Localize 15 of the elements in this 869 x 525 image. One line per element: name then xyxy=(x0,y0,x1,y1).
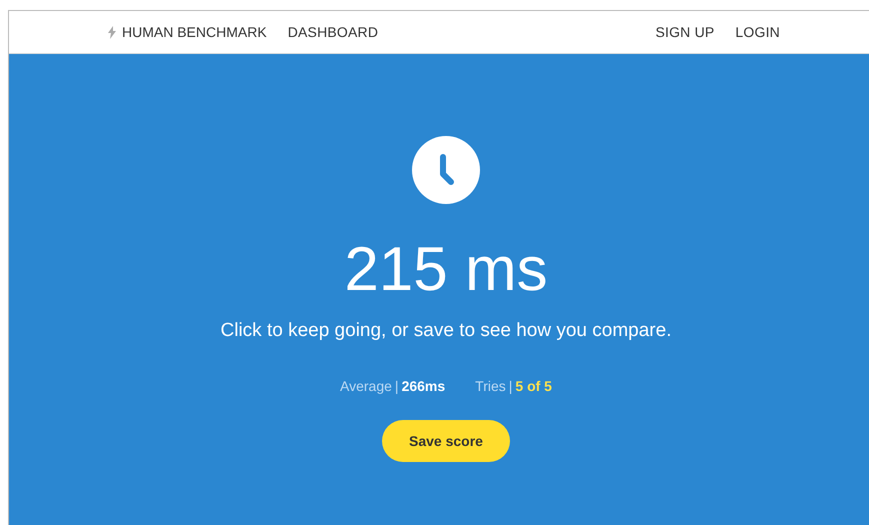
stat-separator: | xyxy=(394,378,399,394)
stat-label: Average xyxy=(340,378,392,394)
bolt-icon xyxy=(108,26,116,38)
stat-value: 5 of 5 xyxy=(515,378,552,394)
nav-link[interactable]: SIGN UP xyxy=(655,24,714,40)
clock-icon xyxy=(412,136,480,204)
instruction-text: Click to keep going, or save to see how you compare. xyxy=(220,320,672,342)
nav-link[interactable]: LOGIN xyxy=(735,24,780,40)
stat-separator: | xyxy=(508,378,512,394)
result-panel[interactable]: 215 ms Click to keep going, or save to see how you compare. Average | 266ms Tries | 5 of 5 Save score xyxy=(9,54,869,525)
stat-label: Tries xyxy=(475,378,506,394)
save-score-button[interactable]: Save score xyxy=(382,420,510,462)
score-text: 215 ms xyxy=(344,234,548,306)
nav-link[interactable]: DASHBOARD xyxy=(288,24,378,40)
stat-value: 266ms xyxy=(402,378,446,394)
